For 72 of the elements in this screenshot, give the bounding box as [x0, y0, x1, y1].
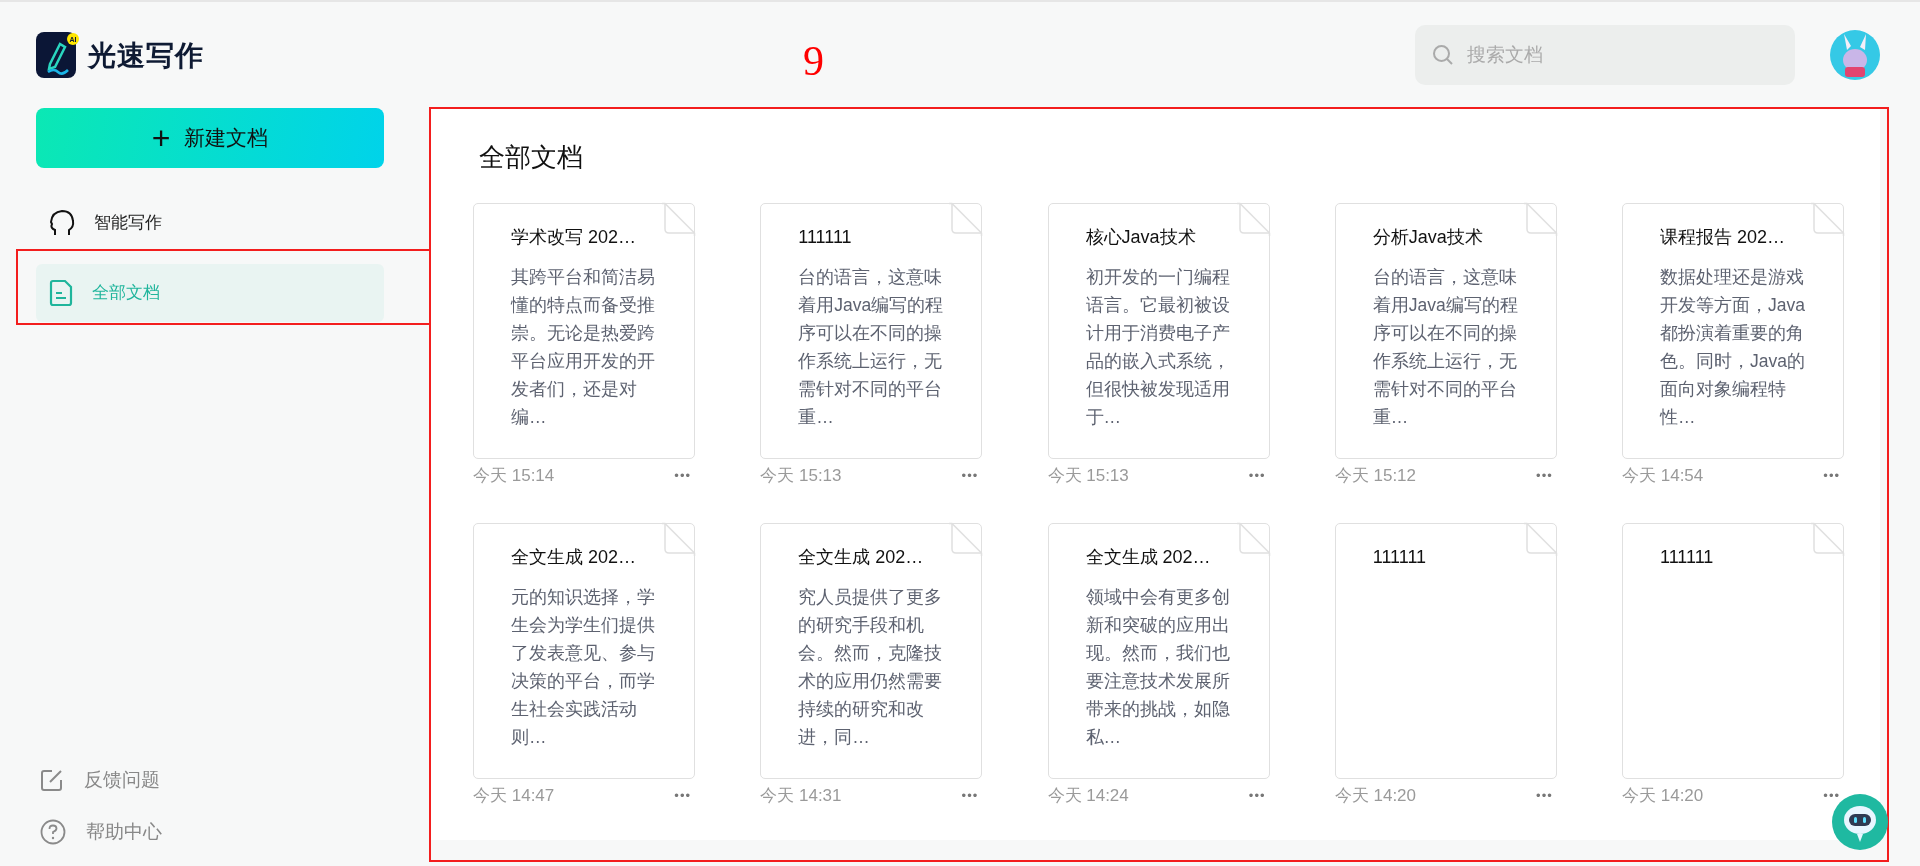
document-title: 全文生成 202…	[798, 546, 924, 569]
document-time: 今天 14:24	[1047, 785, 1129, 808]
document-card[interactable]: 111111	[1622, 523, 1844, 779]
more-button[interactable]: •••	[1244, 466, 1270, 486]
document-excerpt: 初开发的一门编程语言。它最初被设计用于消费电子产品的嵌入式系统，但很快被发现适用于…	[1085, 266, 1231, 429]
more-button[interactable]: •••	[1819, 786, 1844, 806]
sidebar-link[interactable]: 反馈问题	[36, 754, 430, 806]
panel-title: 全部文档	[479, 141, 584, 174]
sidebar-link[interactable]: 帮助中心	[36, 806, 430, 858]
more-button[interactable]: •••	[670, 466, 695, 486]
folded-corner-icon	[1523, 202, 1558, 236]
document-title: 学术改写 202…	[511, 226, 637, 249]
document-title: 全文生成 202…	[1085, 546, 1211, 569]
new-document-button[interactable]: + 新建文档	[36, 108, 384, 168]
document-card[interactable]: 课程报告 202… 数据处理还是游戏开发等方面，Java都扮演着重要的角色。同时，Java的面向对象编程特性…	[1622, 203, 1844, 459]
more-button[interactable]: •••	[957, 466, 983, 486]
document-card[interactable]: 全文生成 202… 究人员提供了更多的研究手段和机会。然而，克隆技术的应用仍然需要持续的研究和改进，同…	[760, 523, 983, 779]
document-card[interactable]: 分析Java技术 台的语言，这意味着用Java编写的程序可以在不同的操作系统上运行，无需针对不同的平台重…	[1334, 203, 1557, 459]
document-excerpt: 其跨平台和简洁易懂的特点而备受推崇。无论是热爱跨平台应用开发的开发者们，还是对编…	[511, 266, 656, 429]
document-card[interactable]: 核心Java技术 初开发的一门编程语言。它最初被设计用于消费电子产品的嵌入式系统，但很快被发现适用于…	[1047, 203, 1270, 459]
help-icon	[40, 819, 66, 845]
document-card[interactable]: 全文生成 202… 领域中会有更多创新和突破的应用出现。然而，我们也要注意技术发展所带来的挑战，如隐私…	[1047, 523, 1270, 779]
document-card[interactable]: 学术改写 202… 其跨平台和简洁易懂的特点而备受推崇。无论是热爱跨平台应用开发的开发者们，还是对编…	[473, 203, 695, 459]
more-button[interactable]: •••	[670, 786, 695, 806]
more-button[interactable]: •••	[1244, 786, 1270, 806]
document-icon	[48, 279, 74, 307]
document-time: 今天 15:13	[1047, 465, 1129, 488]
more-button[interactable]: •••	[1532, 466, 1557, 486]
document-time: 今天 15:12	[1334, 465, 1416, 488]
ai-head-icon	[48, 209, 76, 237]
document-excerpt: 台的语言，这意味着用Java编写的程序可以在不同的操作系统上运行，无需针对不同的平台重…	[798, 266, 945, 429]
annotation-number: 9	[803, 40, 824, 82]
document-time: 今天 14:47	[473, 785, 555, 808]
document-card[interactable]: 111111 台的语言，这意味着用Java编写的程序可以在不同的操作系统上运行，无需针对不同的平台重…	[760, 203, 983, 459]
folded-corner-icon	[949, 522, 984, 556]
folded-corner-icon	[949, 202, 984, 236]
document-card[interactable]: 111111	[1334, 523, 1557, 779]
document-card[interactable]: 全文生成 202… 元的知识选择，学生会为学生们提供了发表意见、参与决策的平台，而学生社会实践活动则…	[473, 523, 695, 779]
folded-corner-icon	[1236, 522, 1271, 556]
document-time: 今天 14:20	[1334, 785, 1416, 808]
avatar-icon	[1830, 30, 1880, 80]
search-field[interactable]: 搜索文档	[1415, 25, 1795, 85]
document-time: 今天 14:54	[1622, 465, 1704, 488]
app-name: 光速写作	[88, 39, 204, 73]
document-time: 今天 14:20	[1622, 785, 1704, 808]
document-title: 核心Java技术	[1085, 226, 1196, 249]
nav-item[interactable]: 全部文档	[36, 264, 384, 322]
document-excerpt: 究人员提供了更多的研究手段和机会。然而，克隆技术的应用仍然需要持续的研究和改进，同…	[798, 586, 944, 749]
folded-corner-icon	[1236, 202, 1271, 236]
more-button[interactable]: •••	[1532, 786, 1557, 806]
folded-corner-icon	[662, 202, 696, 236]
document-excerpt: 领域中会有更多创新和突破的应用出现。然而，我们也要注意技术发展所带来的挑战，如隐私…	[1085, 586, 1231, 749]
more-button[interactable]: •••	[957, 786, 983, 806]
nav-item[interactable]: 智能写作	[36, 194, 384, 252]
document-title: 111111	[798, 226, 852, 249]
document-excerpt: 台的语言，这意味着用Java编写的程序可以在不同的操作系统上运行，无需针对不同的平台重…	[1372, 266, 1519, 429]
document-title: 111111	[1660, 546, 1714, 569]
document-title: 111111	[1372, 546, 1427, 569]
edit-icon	[40, 768, 64, 792]
folded-corner-icon	[662, 522, 696, 556]
folded-corner-icon	[1811, 202, 1845, 236]
more-button[interactable]: •••	[1819, 466, 1844, 486]
document-title: 分析Java技术	[1372, 226, 1483, 249]
folded-corner-icon	[1523, 522, 1558, 556]
document-time: 今天 15:13	[760, 465, 842, 488]
document-time: 今天 15:14	[473, 465, 555, 488]
document-title: 课程报告 202…	[1660, 226, 1786, 249]
document-excerpt: 元的知识选择，学生会为学生们提供了发表意见、参与决策的平台，而学生社会实践活动则…	[511, 586, 656, 749]
document-time: 今天 14:31	[760, 785, 842, 808]
document-excerpt: 数据处理还是游戏开发等方面，Java都扮演着重要的角色。同时，Java的面向对象编程特性…	[1660, 266, 1806, 429]
document-title: 全文生成 202…	[511, 546, 637, 569]
folded-corner-icon	[1811, 522, 1845, 556]
